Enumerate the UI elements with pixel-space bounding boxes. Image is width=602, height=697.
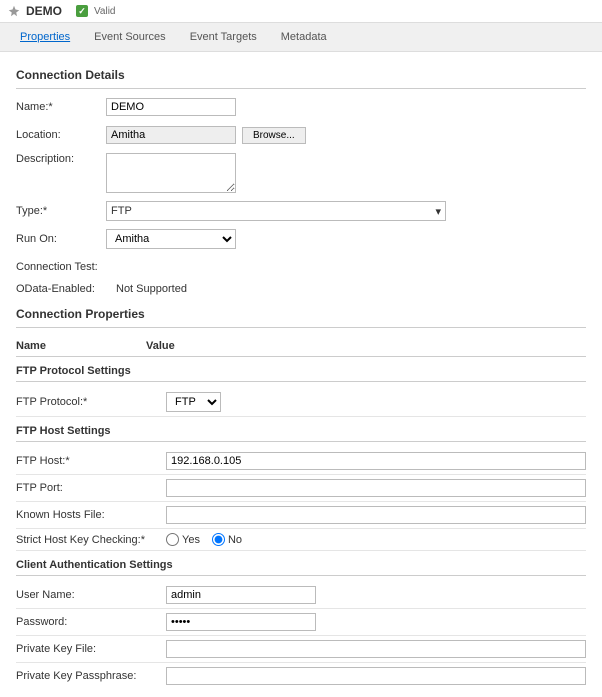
tab-event-sources[interactable]: Event Sources (82, 23, 178, 51)
subsection-ftp-host: FTP Host Settings (16, 425, 586, 437)
tab-properties[interactable]: Properties (8, 23, 82, 51)
private-key-label: Private Key File: (16, 643, 166, 655)
private-key-input[interactable] (166, 640, 586, 658)
prop-header-name: Name (16, 340, 146, 352)
ftp-protocol-label: FTP Protocol: (16, 396, 166, 408)
divider (16, 575, 586, 576)
section-connection-properties: Connection Properties (16, 307, 586, 321)
browse-button[interactable]: Browse... (242, 127, 306, 144)
type-select[interactable]: FTP ▾ (106, 201, 446, 221)
strict-no-option[interactable]: No (212, 533, 242, 546)
type-label: Type: (16, 205, 106, 217)
password-label: Password: (16, 616, 166, 628)
passphrase-label: Private Key Passphrase: (16, 670, 166, 682)
status-text: Valid (94, 6, 116, 17)
strict-yes-option[interactable]: Yes (166, 533, 200, 546)
strict-host-radio-group: Yes No (166, 533, 242, 546)
description-label: Description: (16, 153, 106, 165)
runon-label: Run On: (16, 233, 106, 245)
subsection-ftp-protocol: FTP Protocol Settings (16, 365, 586, 377)
location-input (106, 126, 236, 144)
name-label: Name: (16, 101, 106, 113)
password-input[interactable] (166, 613, 316, 631)
tab-event-targets[interactable]: Event Targets (178, 23, 269, 51)
page-title: DEMO (26, 4, 62, 18)
page-header: DEMO Valid (0, 0, 602, 22)
content-area: Connection Details Name: Location: Brows… (0, 52, 602, 697)
ftp-protocol-select[interactable]: FTP (166, 392, 221, 412)
chevron-down-icon: ▾ (435, 205, 441, 218)
type-value: FTP (111, 205, 132, 217)
known-hosts-label: Known Hosts File: (16, 509, 166, 521)
username-label: User Name: (16, 589, 166, 601)
runon-select[interactable]: Amitha (106, 229, 236, 249)
description-textarea[interactable] (106, 153, 236, 193)
connection-test-label: Connection Test: (16, 261, 116, 273)
prop-table-header: Name Value (16, 336, 586, 357)
subsection-client-auth: Client Authentication Settings (16, 559, 586, 571)
ftp-port-label: FTP Port: (16, 482, 166, 494)
strict-no-radio[interactable] (212, 533, 225, 546)
ftp-host-input[interactable] (166, 452, 586, 470)
strict-host-label: Strict Host Key Checking: (16, 534, 166, 546)
divider (16, 381, 586, 382)
username-input[interactable] (166, 586, 316, 604)
ftp-host-label: FTP Host: (16, 455, 166, 467)
known-hosts-input[interactable] (166, 506, 586, 524)
divider (16, 88, 586, 89)
prop-header-value: Value (146, 340, 175, 352)
passphrase-input[interactable] (166, 667, 586, 685)
name-input[interactable] (106, 98, 236, 116)
tab-bar: Properties Event Sources Event Targets M… (0, 22, 602, 52)
ftp-port-input[interactable] (166, 479, 586, 497)
location-label: Location: (16, 129, 106, 141)
section-connection-details: Connection Details (16, 68, 586, 82)
tab-metadata[interactable]: Metadata (269, 23, 339, 51)
divider (16, 441, 586, 442)
pin-icon (8, 5, 20, 17)
odata-label: OData-Enabled: (16, 283, 116, 295)
odata-value: Not Supported (116, 283, 187, 295)
strict-yes-radio[interactable] (166, 533, 179, 546)
divider (16, 327, 586, 328)
valid-checkmark-icon (76, 5, 88, 17)
